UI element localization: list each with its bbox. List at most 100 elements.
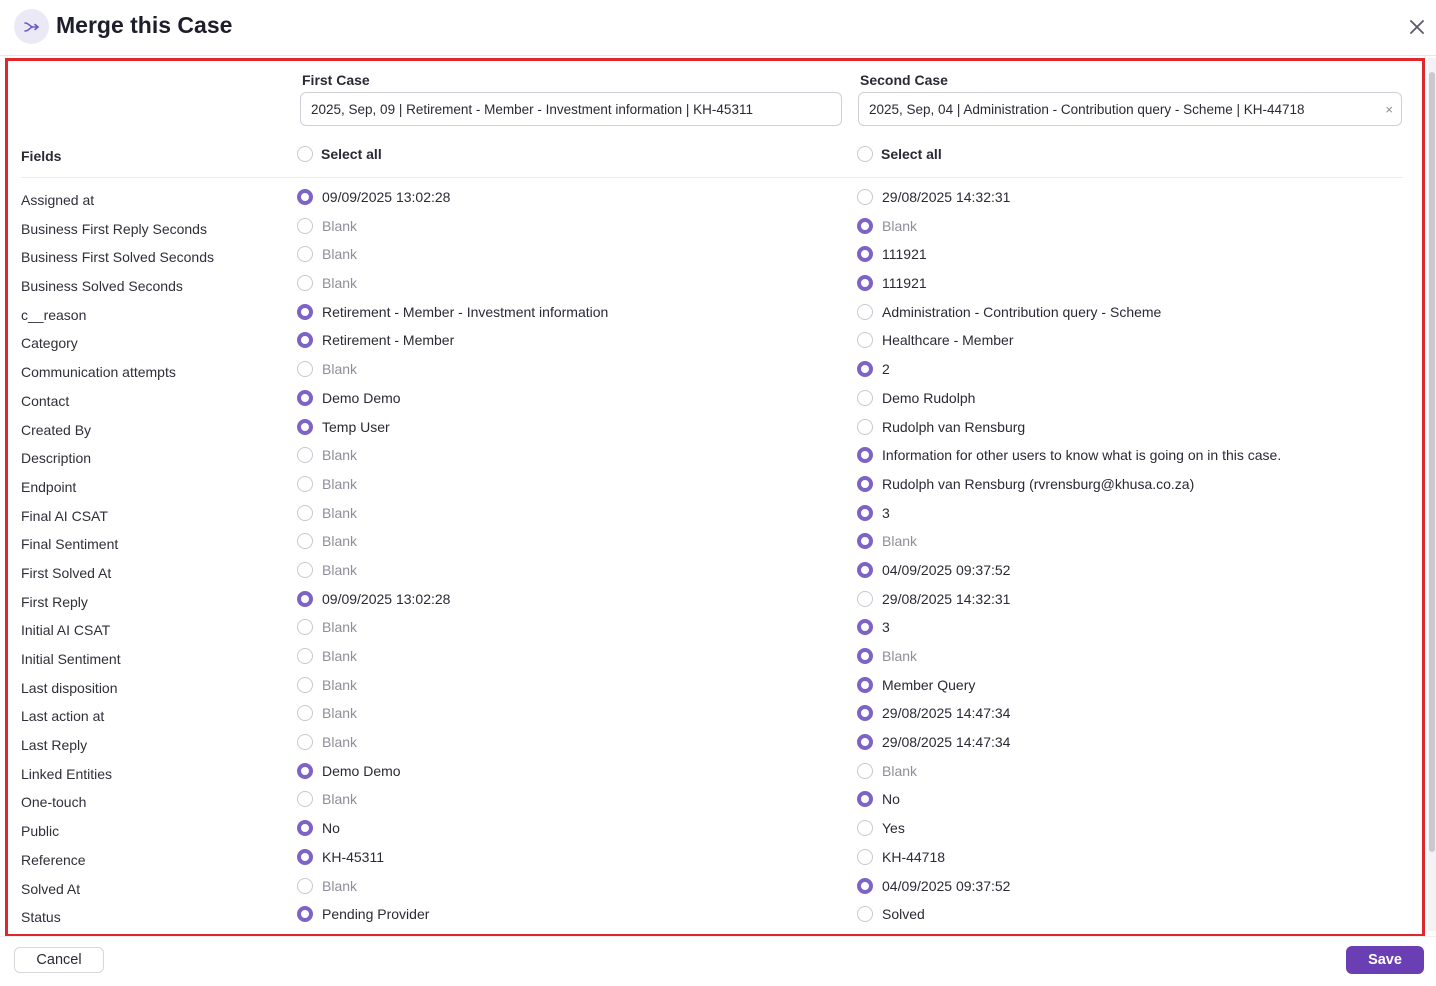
close-icon[interactable] [1405,15,1429,39]
second-case-option[interactable]: 29/08/2025 14:32:31 [857,590,1010,607]
first-case-option[interactable]: Blank [297,447,357,464]
first-case-radio[interactable] [297,246,313,263]
second-select-all[interactable]: Select all [857,146,942,162]
first-case-radio[interactable] [297,418,313,435]
first-case-option[interactable]: Blank [297,275,357,292]
second-case-radio[interactable] [857,418,873,435]
first-case-option[interactable]: Retirement - Member - Investment informa… [297,303,608,320]
second-case-option[interactable]: Demo Rudolph [857,389,975,406]
second-case-radio[interactable] [857,848,873,865]
second-case-radio[interactable] [857,533,873,550]
second-case-option[interactable]: Healthcare - Member [857,332,1014,349]
first-case-option[interactable]: Temp User [297,418,390,435]
second-case-radio[interactable] [857,246,873,263]
second-case-option[interactable]: Yes [857,820,905,837]
second-case-radio[interactable] [857,705,873,722]
first-case-option[interactable]: 09/09/2025 13:02:28 [297,590,450,607]
first-case-option[interactable]: No [297,820,340,837]
second-case-option[interactable]: 29/08/2025 14:47:34 [857,734,1010,751]
first-case-radio[interactable] [297,275,313,292]
first-case-radio[interactable] [297,734,313,751]
cancel-button[interactable]: Cancel [14,947,104,973]
second-case-option[interactable]: 04/09/2025 09:37:52 [857,877,1010,894]
second-case-radio[interactable] [857,447,873,464]
first-case-radio[interactable] [297,705,313,722]
first-case-option[interactable]: Blank [297,791,357,808]
second-case-radio[interactable] [857,590,873,607]
save-button[interactable]: Save [1346,946,1424,974]
second-case-option[interactable]: 29/08/2025 14:47:34 [857,705,1010,722]
second-case-option[interactable]: 111921 [857,246,927,263]
second-case-radio[interactable] [857,275,873,292]
second-case-option[interactable]: No [857,791,900,808]
first-case-option[interactable]: Blank [297,246,357,263]
second-case-option[interactable]: Solved [857,906,925,923]
clear-icon[interactable]: × [1385,102,1393,117]
first-case-radio[interactable] [297,533,313,550]
first-case-radio[interactable] [297,475,313,492]
second-case-option[interactable]: Member Query [857,676,975,693]
second-case-option[interactable]: Rudolph van Rensburg (rvrensburg@khusa.c… [857,475,1194,492]
second-case-radio[interactable] [857,217,873,234]
first-case-option[interactable]: Blank [297,619,357,636]
second-case-radio[interactable] [857,906,873,923]
second-case-option[interactable]: KH-44718 [857,848,945,865]
second-case-radio[interactable] [857,332,873,349]
first-select-all[interactable]: Select all [297,146,382,162]
first-case-option[interactable]: Blank [297,676,357,693]
first-case-option[interactable]: Blank [297,533,357,550]
first-case-option[interactable]: Blank [297,361,357,378]
second-case-option[interactable]: Blank [857,762,917,779]
second-case-radio[interactable] [857,648,873,664]
second-case-radio[interactable] [857,734,873,751]
first-case-option[interactable]: Blank [297,475,357,492]
first-case-radio[interactable] [297,648,313,664]
second-case-radio[interactable] [857,877,873,894]
first-case-radio[interactable] [297,590,313,607]
second-case-radio[interactable] [857,189,873,205]
first-case-option[interactable]: Demo Demo [297,762,401,779]
first-select-all-radio[interactable] [297,146,313,162]
second-case-option[interactable]: Information for other users to know what… [857,447,1281,464]
second-select-all-radio[interactable] [857,146,873,162]
first-case-option[interactable]: Blank [297,648,357,664]
second-case-radio[interactable] [857,820,873,837]
first-case-radio[interactable] [297,389,313,406]
second-case-radio[interactable] [857,303,873,320]
second-case-select[interactable]: 2025, Sep, 04 | Administration - Contrib… [858,92,1402,126]
first-case-radio[interactable] [297,762,313,779]
second-case-option[interactable]: Blank [857,648,917,664]
second-case-radio[interactable] [857,619,873,636]
first-case-radio[interactable] [297,877,313,894]
first-case-option[interactable]: Blank [297,217,357,234]
first-case-radio[interactable] [297,906,313,923]
first-case-radio[interactable] [297,848,313,865]
first-case-radio[interactable] [297,791,313,808]
second-case-radio[interactable] [857,361,873,378]
second-case-radio[interactable] [857,762,873,779]
second-case-option[interactable]: Rudolph van Rensburg [857,418,1025,435]
first-case-radio[interactable] [297,447,313,464]
scrollbar-thumb[interactable] [1429,72,1435,852]
first-case-radio[interactable] [297,820,313,837]
first-case-option[interactable]: Pending Provider [297,906,429,923]
first-case-option[interactable]: Blank [297,504,357,521]
first-case-option[interactable]: Blank [297,734,357,751]
second-case-radio[interactable] [857,389,873,406]
first-case-radio[interactable] [297,332,313,349]
second-case-radio[interactable] [857,475,873,492]
first-case-radio[interactable] [297,676,313,693]
second-case-option[interactable]: 2 [857,361,890,378]
second-case-radio[interactable] [857,561,873,578]
first-case-option[interactable]: Demo Demo [297,389,401,406]
second-case-radio[interactable] [857,791,873,808]
second-case-option[interactable]: 3 [857,504,890,521]
second-case-radio[interactable] [857,676,873,693]
first-case-option[interactable]: Blank [297,877,357,894]
second-case-option[interactable]: 04/09/2025 09:37:52 [857,561,1010,578]
second-case-option[interactable]: Blank [857,217,917,234]
second-case-option[interactable]: 29/08/2025 14:32:31 [857,189,1010,205]
first-case-option[interactable]: 09/09/2025 13:02:28 [297,189,450,205]
second-case-option[interactable]: Blank [857,533,917,550]
first-case-select[interactable]: 2025, Sep, 09 | Retirement - Member - In… [300,92,842,126]
